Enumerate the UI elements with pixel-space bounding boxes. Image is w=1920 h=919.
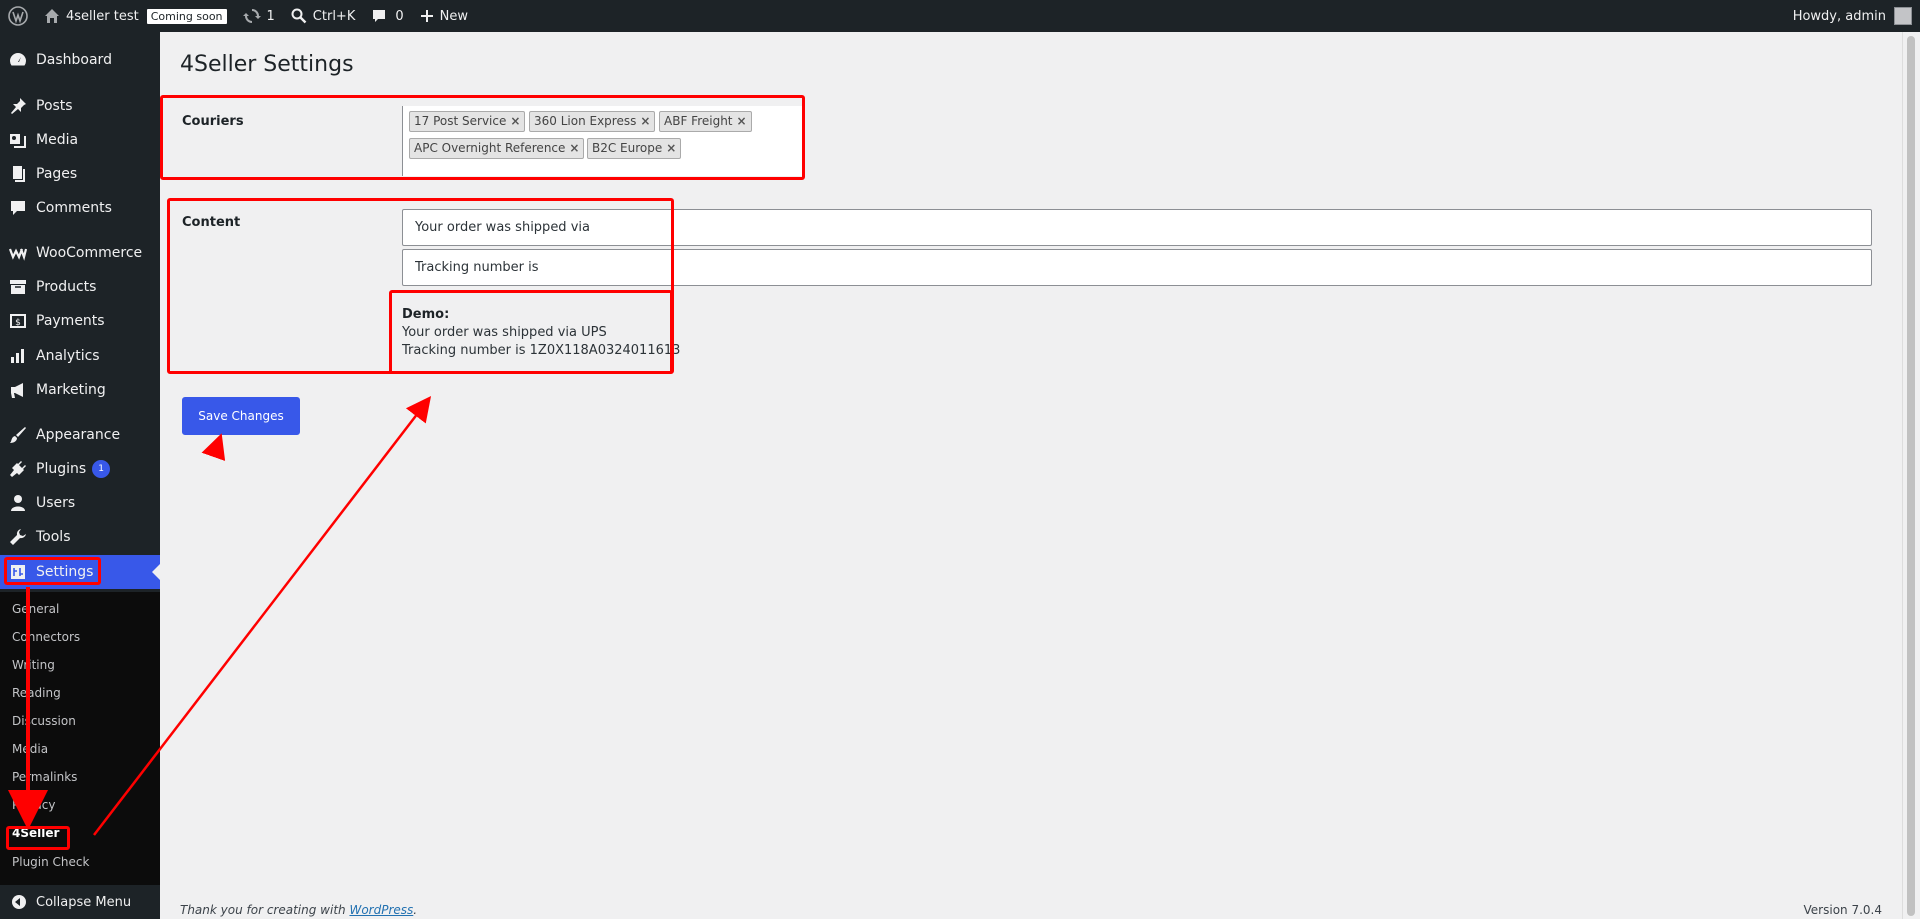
annotation-arrow-save <box>201 433 226 462</box>
annotation-arrow-diagonal <box>93 396 432 836</box>
annotation-arrows <box>8 396 432 836</box>
